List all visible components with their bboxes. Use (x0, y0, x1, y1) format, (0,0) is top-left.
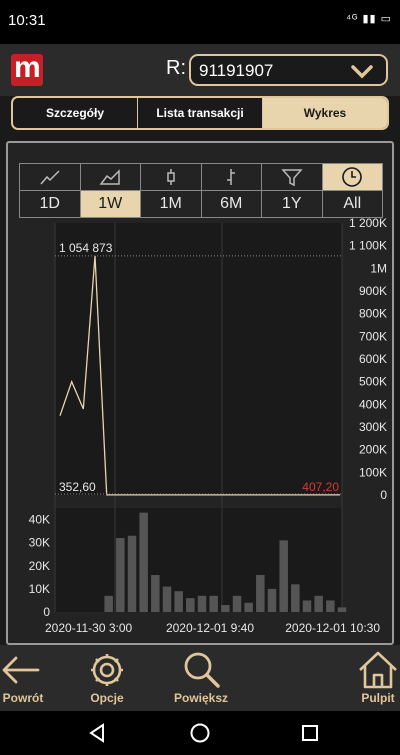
nav-back-icon (89, 723, 104, 743)
price-y-tick: 200K (359, 443, 387, 457)
x-axis-tick: 2020-12-01 9:40 (166, 621, 254, 635)
price-y-tick: 300K (359, 420, 387, 434)
volume-bar (232, 595, 242, 612)
price-y-tick: 0 (380, 488, 387, 502)
price-y-tick: 1M (370, 261, 387, 275)
volume-y-tick: 20K (29, 559, 50, 573)
nav-recents-icon (302, 725, 318, 741)
volume-bar (302, 600, 312, 612)
last-value-label: 407,20 (302, 480, 339, 494)
price-y-tick: 500K (359, 375, 387, 389)
system-nav-bar (0, 711, 400, 755)
volume-bar (139, 512, 148, 612)
volume-bar (221, 605, 230, 612)
price-y-tick: 1 100K (349, 239, 387, 253)
volume-bar (116, 538, 125, 612)
dashboard-button[interactable]: Pulpit (356, 645, 400, 705)
nav-home-icon (190, 723, 210, 743)
volume-bar (244, 602, 253, 612)
min-value-label: 352,60 (59, 480, 96, 494)
price-y-tick: 900K (359, 284, 387, 298)
volume-bar (314, 595, 323, 612)
options-button[interactable]: Opcje (84, 645, 130, 705)
volume-bar (337, 607, 347, 612)
price-y-tick: 700K (359, 329, 387, 343)
volume-y-tick: 10K (29, 582, 50, 596)
x-axis-tick: 2020-12-01 10:30 (285, 621, 380, 635)
volume-bar (256, 575, 265, 612)
volume-bar (151, 575, 160, 612)
volume-bar (186, 598, 195, 612)
x-axis-tick: 2020-11-30 3:00 (45, 621, 133, 635)
zoom-button[interactable]: Powiększ (170, 645, 232, 705)
volume-y-tick: 0 (43, 605, 50, 619)
volume-bar (267, 588, 277, 612)
gear-icon (91, 654, 123, 686)
volume-bar (197, 595, 207, 612)
volume-bar (127, 535, 137, 612)
price-volume-chart[interactable]: 1 200K 1 100K 1M 900K 800K 700K 600K 500K 400K 30… (0, 0, 400, 645)
search-icon (184, 652, 220, 688)
footer-bar: Powrót Opcje Powiększ Pulpit (0, 645, 400, 711)
back-arrow-icon (2, 656, 40, 684)
back-button[interactable]: Powrót (0, 645, 46, 705)
volume-y-tick: 40K (29, 513, 50, 527)
volume-y-tick: 30K (29, 536, 50, 550)
price-plot-area (55, 223, 342, 495)
price-y-tick: 100K (359, 465, 387, 479)
volume-bar (291, 584, 300, 612)
price-y-tick: 800K (359, 307, 387, 321)
volume-bar (174, 591, 183, 612)
price-y-tick: 400K (359, 397, 387, 411)
volume-bar (104, 595, 113, 612)
volume-bar (209, 595, 218, 612)
home-icon (359, 651, 397, 689)
price-y-tick: 1 200K (349, 216, 387, 230)
price-y-tick: 600K (359, 352, 387, 366)
volume-bar (326, 600, 335, 612)
volume-bar (162, 586, 172, 612)
max-value-label: 1 054 873 (59, 241, 113, 255)
volume-bar (279, 540, 288, 612)
